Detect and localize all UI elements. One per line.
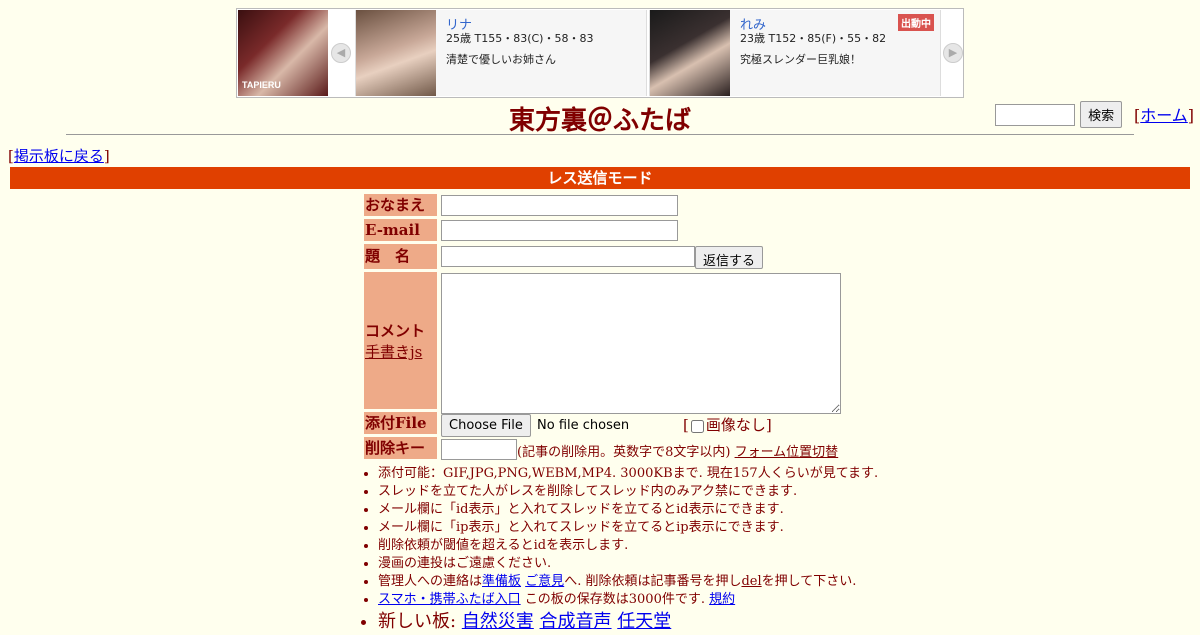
list-item: メール欄に「id表示」と入れてスレッドを立てるとid表示にできます. xyxy=(378,501,878,519)
new-board-link[interactable]: 自然災害 xyxy=(462,611,534,632)
contact-middle: へ. 削除依頼は記事番号を押し xyxy=(564,574,742,589)
file-status: No file chosen xyxy=(537,418,630,433)
bracket-close: ] xyxy=(1187,106,1195,125)
rules-link[interactable]: 規約 xyxy=(709,592,735,607)
del-link[interactable]: del xyxy=(741,574,761,589)
delkey-note: (記事の削除用。英数字で8文字以内) xyxy=(517,445,731,460)
banner-card[interactable]: リナ 25歳 T155・83(C)・58・83 清楚で優しいお姉さん xyxy=(355,10,647,96)
banner-prev-icon[interactable]: ◀ xyxy=(331,43,351,63)
prep-board-link[interactable]: 準備板 xyxy=(482,574,521,589)
divider xyxy=(66,134,1134,135)
ad-banner[interactable]: TAPIERU ◀ リナ 25歳 T155・83(C)・58・83 清楚で優しい… xyxy=(236,8,964,98)
list-item: 添付可能：GIF,JPG,PNG,WEBM,MP4. 3000KBまで. 現在1… xyxy=(378,465,878,483)
choose-file-button[interactable]: Choose File xyxy=(441,414,531,437)
home-link-wrapper: [ホーム] xyxy=(1134,102,1194,126)
list-item: メール欄に「ip表示」と入れてスレッドを立てるとip表示にできます. xyxy=(378,519,878,537)
banner-logo-image[interactable]: TAPIERU xyxy=(238,10,328,96)
new-boards-note: 新しい板: 自然災害 合成音声 任天堂 xyxy=(378,609,878,635)
card-photo xyxy=(356,10,436,96)
contact-suffix: を押して下さい. xyxy=(761,574,857,589)
delete-key-input[interactable] xyxy=(441,439,517,460)
name-input[interactable] xyxy=(441,195,678,216)
card-spec: 23歳 T152・85(F)・55・82 xyxy=(740,32,887,45)
search-button[interactable]: 検索 xyxy=(1080,101,1123,128)
reply-mode-bar: レス送信モード xyxy=(10,167,1190,189)
no-image-option: [ 画像なし] xyxy=(683,414,772,435)
new-boards-label: 新しい板: xyxy=(378,611,462,632)
file-label: 添付File xyxy=(364,412,437,434)
search-box: 検索 xyxy=(995,101,1123,128)
card-desc: 清楚で優しいお姉さん xyxy=(446,53,556,66)
list-item: スレッドを立てた人がレスを削除してスレッド内のみアク禁にできます. xyxy=(378,483,878,501)
new-board-link[interactable]: 合成音声 xyxy=(540,611,612,632)
banner-logo-text: TAPIERU xyxy=(242,80,281,90)
email-input[interactable] xyxy=(441,220,678,241)
no-image-label: 画像なし] xyxy=(705,416,772,434)
subject-label: 題 名 xyxy=(364,244,437,269)
card-photo xyxy=(650,10,730,96)
new-board-link[interactable]: 任天堂 xyxy=(617,611,671,632)
contact-prefix: 管理人への連絡は xyxy=(378,574,483,589)
comment-textarea[interactable] xyxy=(441,273,841,414)
file-picker: Choose File No file chosen xyxy=(441,414,629,437)
comment-label: コメント xyxy=(365,322,426,340)
mobile-note: スマホ・携帯ふたば入口 この板の保存数は3000件です. 規約 xyxy=(378,591,878,609)
back-to-board-link[interactable]: 掲示板に戻る xyxy=(14,147,104,165)
back-link-wrapper: [掲示板に戻る] xyxy=(8,145,110,166)
handwriting-link[interactable]: 手書きjs xyxy=(365,341,422,362)
mobile-entrance-link[interactable]: スマホ・携帯ふたば入口 xyxy=(378,592,521,607)
search-input[interactable] xyxy=(995,103,1075,126)
submit-reply-button[interactable]: 返信する xyxy=(695,246,764,269)
feedback-link[interactable]: ご意見 xyxy=(525,574,564,589)
banner-card[interactable]: れみ 出動中 23歳 T152・85(F)・55・82 究極スレンダー巨乳娘！ xyxy=(649,10,941,96)
storage-note: この板の保存数は3000件です. xyxy=(520,592,710,607)
list-item: 漫画の連投はご遠慮ください. xyxy=(378,555,878,573)
card-spec: 25歳 T155・83(C)・58・83 xyxy=(446,32,594,45)
comment-label-cell: コメント 手書きjs xyxy=(364,272,437,409)
no-image-checkbox[interactable] xyxy=(690,419,704,433)
delkey-note-wrapper: (記事の削除用。英数字で8文字以内) フォーム位置切替 xyxy=(517,441,838,460)
card-desc: 究極スレンダー巨乳娘！ xyxy=(740,53,861,66)
bracket-open: [ xyxy=(683,416,689,434)
list-item: 削除依頼が閾値を超えるとidを表示します. xyxy=(378,537,878,555)
status-badge: 出動中 xyxy=(898,14,934,31)
bracket-close: ] xyxy=(103,147,110,165)
board-notes: 添付可能：GIF,JPG,PNG,WEBM,MP4. 3000KBまで. 現在1… xyxy=(360,465,878,635)
subject-input[interactable] xyxy=(441,246,695,267)
email-label: E-mail xyxy=(364,219,437,241)
home-link[interactable]: ホーム xyxy=(1140,106,1188,125)
contact-note: 管理人への連絡は準備板 ご意見へ. 削除依頼は記事番号を押しdelを押して下さい… xyxy=(378,573,878,591)
name-label: おなまえ xyxy=(364,194,437,216)
form-position-toggle-link[interactable]: フォーム位置切替 xyxy=(735,445,839,460)
delkey-label: 削除キー xyxy=(364,437,437,459)
banner-next-icon[interactable]: ▶ xyxy=(943,43,963,63)
